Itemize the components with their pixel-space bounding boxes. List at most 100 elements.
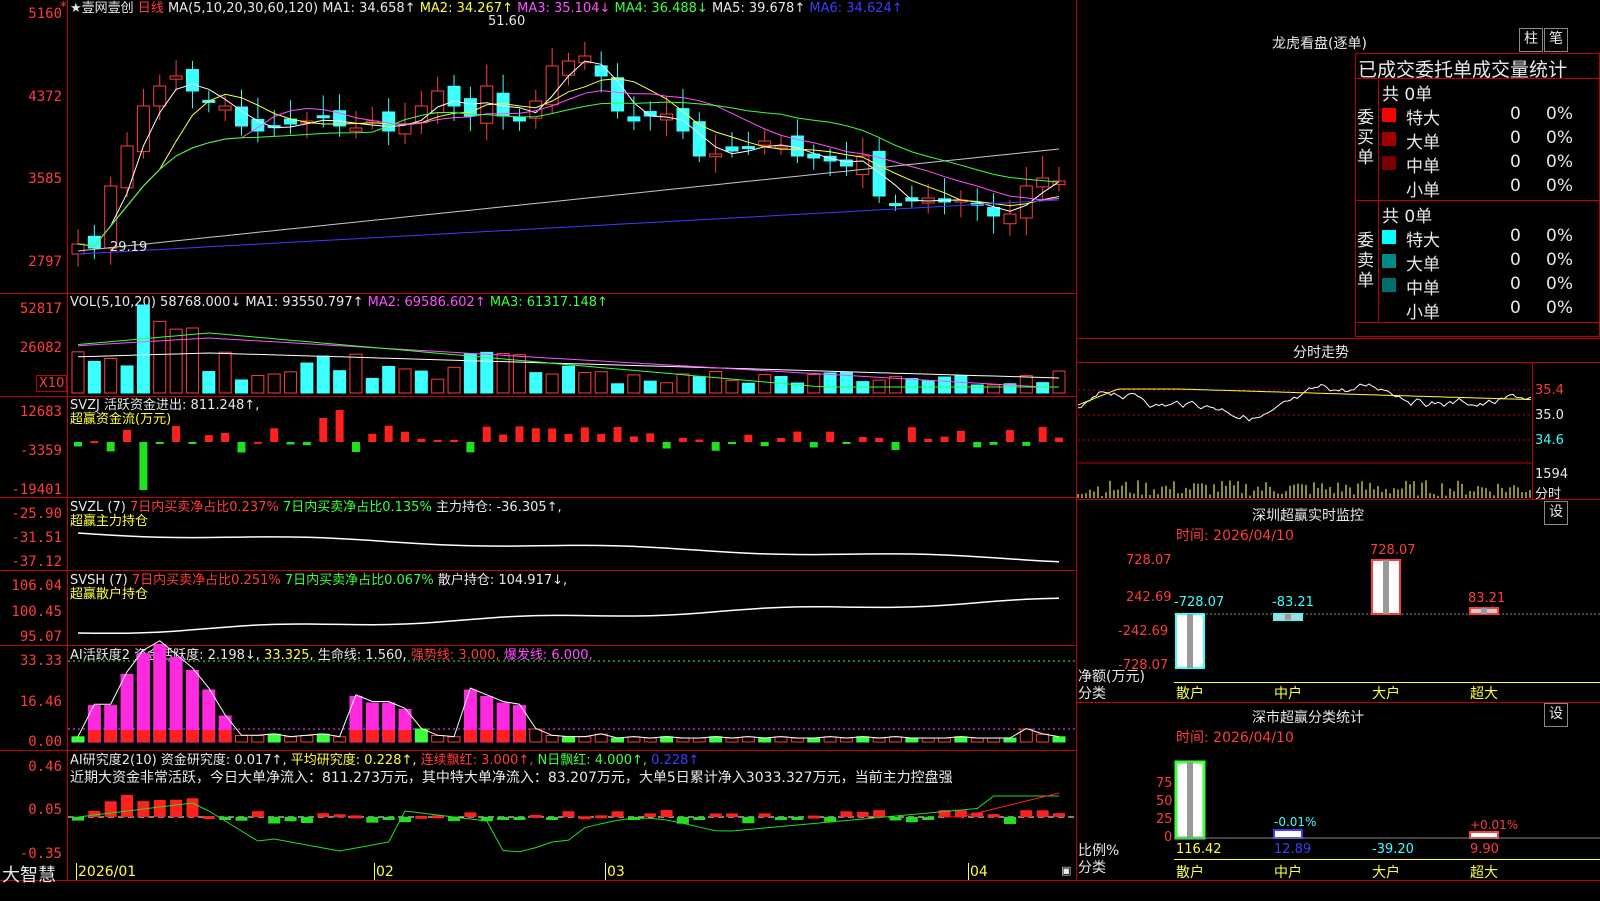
fund-flow-bar bbox=[302, 442, 311, 446]
sell-row-xl[interactable]: 特大 0 0% bbox=[1382, 226, 1600, 251]
activity-bar bbox=[431, 735, 445, 743]
date-tick bbox=[968, 863, 969, 880]
fund-flow-bar bbox=[907, 427, 916, 442]
candlestick-chart[interactable] bbox=[68, 16, 1076, 292]
period-label[interactable]: 日线 bbox=[138, 1, 164, 16]
fund-flow-bar bbox=[777, 437, 786, 442]
ma-params: MA(5,10,20,30,60,120) bbox=[167, 1, 319, 16]
volume-bar bbox=[1052, 370, 1066, 394]
fund-flow-bar bbox=[1022, 442, 1031, 446]
research-bar bbox=[840, 811, 853, 817]
lock-icon[interactable]: ▣ bbox=[1061, 864, 1071, 877]
date-label: 02 bbox=[376, 864, 394, 880]
row-vol: 0 bbox=[1510, 152, 1521, 172]
intraday-y-tick: 35.0 bbox=[1535, 408, 1564, 423]
activity-bar bbox=[921, 737, 935, 743]
color-swatch-icon bbox=[1382, 132, 1396, 146]
ai-activity-chart[interactable] bbox=[68, 640, 1076, 750]
sz-monitor-settings-button[interactable]: 设 bbox=[1544, 501, 1568, 525]
date-label: 2026/01 bbox=[78, 864, 137, 880]
ai-research-chart[interactable] bbox=[68, 751, 1076, 863]
volume-bar bbox=[1019, 375, 1033, 394]
candle-body bbox=[709, 153, 723, 158]
fund-flow-bar bbox=[172, 425, 181, 442]
row-pct: 0% bbox=[1546, 250, 1573, 270]
ai-active-y-tick: 33.33 bbox=[19, 653, 62, 669]
order-stats-divider bbox=[1355, 200, 1600, 201]
fund-flow-bar bbox=[139, 442, 148, 490]
retail-position-chart[interactable] bbox=[68, 571, 1076, 645]
main-y-tick: 3585 bbox=[28, 171, 62, 187]
sz-monitor-chart[interactable]: -728.07 -83.21 728.07 83.21 bbox=[1174, 543, 1600, 675]
activity-bar-base bbox=[104, 730, 117, 742]
volume-bar bbox=[758, 374, 772, 394]
research-bar bbox=[546, 817, 559, 820]
activity-bar-base bbox=[170, 730, 183, 742]
intraday-panel-border bbox=[1077, 338, 1600, 339]
svzl-y-tick: -31.51 bbox=[11, 530, 62, 546]
pen-view-button[interactable]: 笔 bbox=[1544, 28, 1568, 52]
sz-class-top-label: -0.01% bbox=[1274, 815, 1317, 829]
color-swatch-icon bbox=[1382, 278, 1396, 292]
sz-monitor-title: 深圳超赢实时监控 bbox=[1252, 508, 1364, 524]
research-bar bbox=[1053, 813, 1065, 817]
research-bar bbox=[497, 817, 510, 820]
row-vol: 0 bbox=[1510, 274, 1521, 294]
activity-bar bbox=[905, 737, 919, 743]
main-y-tick: 5160 bbox=[28, 6, 62, 22]
buy-row-xl[interactable]: 特大 0 0% bbox=[1382, 104, 1600, 129]
buy-row-large[interactable]: 大单 0 0% bbox=[1382, 128, 1600, 153]
volume-bar bbox=[447, 366, 461, 394]
volume-bar bbox=[545, 373, 559, 394]
sz-class-axis-label: 分类 bbox=[1078, 860, 1106, 876]
sell-row-large[interactable]: 大单 0 0% bbox=[1382, 250, 1600, 275]
volume-chart[interactable] bbox=[68, 297, 1076, 395]
fund-flow-chart[interactable] bbox=[68, 397, 1076, 497]
sz-monitor-axis-label: 分类 bbox=[1078, 686, 1106, 702]
fund-flow-bar bbox=[90, 441, 99, 444]
volume-bar bbox=[987, 384, 1001, 394]
activity-bar-base bbox=[464, 730, 477, 742]
sell-row-medium[interactable]: 中单 0 0% bbox=[1382, 274, 1600, 299]
activity-bar-base bbox=[382, 730, 395, 742]
svsh-y-tick: 106.04 bbox=[11, 578, 62, 594]
sz-class-cat: 散户 bbox=[1176, 865, 1204, 881]
fund-flow-bar bbox=[891, 442, 900, 450]
fund-flow-bar bbox=[368, 433, 377, 442]
candle-body bbox=[741, 146, 755, 150]
volume-bar bbox=[431, 378, 445, 394]
research-bar bbox=[693, 817, 706, 820]
fund-flow-bar bbox=[188, 442, 197, 444]
candle-body bbox=[594, 65, 608, 77]
vol-unit-badge: X10 bbox=[36, 375, 68, 392]
sz-class-settings-button[interactable]: 设 bbox=[1544, 703, 1568, 727]
fund-flow-bar bbox=[989, 442, 998, 445]
sz-monitor-cat: 超大 bbox=[1470, 686, 1498, 702]
buy-row-medium[interactable]: 中单 0 0% bbox=[1382, 152, 1600, 177]
high-price-label: 51.60 bbox=[488, 14, 526, 29]
activity-bar-base bbox=[153, 730, 166, 742]
ma5-value: MA5: 39.678↑ bbox=[711, 1, 806, 16]
research-bar bbox=[889, 817, 902, 821]
ai-active-y-tick: 0.00 bbox=[28, 734, 62, 750]
main-force-position-chart[interactable] bbox=[68, 498, 1076, 570]
volume-bar bbox=[562, 365, 575, 394]
sell-row-small[interactable]: 小单 0 0% bbox=[1382, 298, 1600, 323]
intraday-chart[interactable] bbox=[1077, 363, 1533, 499]
fund-flow-bar bbox=[940, 436, 949, 442]
candle-body bbox=[431, 90, 445, 114]
volume-bar bbox=[136, 304, 150, 394]
volume-bar bbox=[823, 372, 837, 394]
ma6-value: MA6: 34.624↑ bbox=[809, 1, 903, 16]
fund-flow-bar bbox=[809, 442, 818, 448]
bar-view-button[interactable]: 柱 bbox=[1519, 28, 1543, 52]
fund-flow-bar bbox=[842, 442, 851, 444]
research-bar bbox=[856, 811, 869, 817]
volume-bar bbox=[463, 353, 477, 394]
sz-monitor-y-tick: 242.69 bbox=[1126, 590, 1172, 605]
low-price-label: 29.19 bbox=[110, 240, 148, 255]
candle-body bbox=[987, 207, 1001, 217]
stock-name[interactable]: ★壹网壹创 bbox=[70, 1, 134, 16]
buy-row-small[interactable]: 小单 0 0% bbox=[1382, 176, 1600, 201]
activity-bar-base bbox=[202, 730, 215, 742]
